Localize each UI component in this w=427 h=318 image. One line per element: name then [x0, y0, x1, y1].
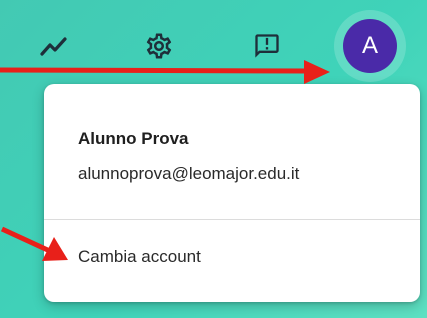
account-name: Alunno Prova — [78, 129, 189, 148]
account-email: alunnoprova@leomajor.edu.it — [78, 164, 300, 183]
trend-icon[interactable] — [36, 28, 72, 64]
avatar[interactable]: A — [343, 19, 397, 73]
switch-account-item[interactable]: Cambia account — [44, 238, 420, 276]
gear-icon[interactable] — [141, 28, 177, 64]
feedback-icon[interactable] — [249, 28, 285, 64]
menu-divider — [44, 219, 420, 220]
account-menu: Alunno Prova alunnoprova@leomajor.edu.it… — [44, 84, 420, 302]
avatar-highlight: A — [334, 10, 406, 82]
